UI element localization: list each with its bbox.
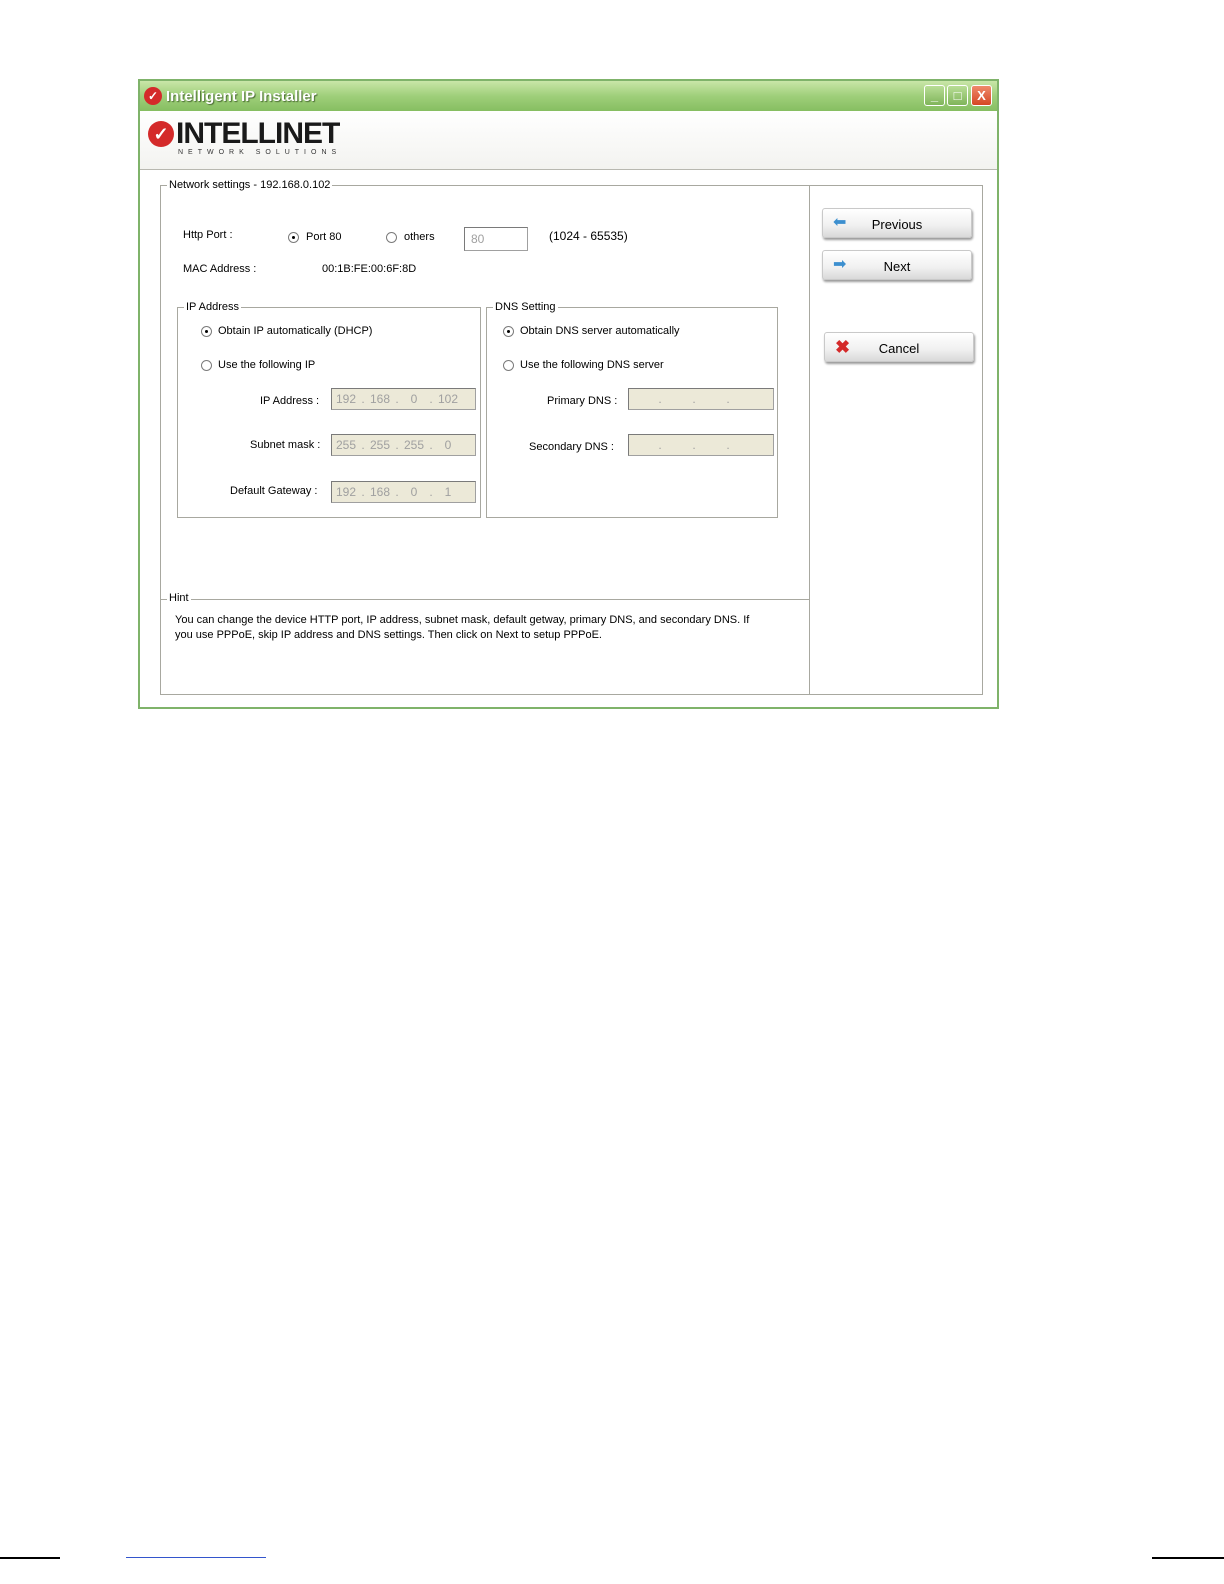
dns-auto-radio[interactable] (503, 326, 514, 337)
footer-rule-right (1152, 1557, 1224, 1559)
app-check-icon: ✓ (144, 87, 162, 105)
title-bar[interactable]: ✓ Intelligent IP Installer _ □ X (140, 81, 997, 111)
others-radio[interactable] (386, 232, 397, 243)
gateway-octet: 168 (369, 485, 391, 499)
window-title: Intelligent IP Installer (166, 88, 317, 105)
dns-setting-group (486, 307, 778, 518)
mac-address-label: MAC Address : (183, 263, 257, 275)
subnet-octet: 255 (335, 438, 357, 452)
hint-text-line1: You can change the device HTTP port, IP … (175, 614, 750, 626)
secondary-dns-input[interactable]: ... (628, 434, 774, 456)
next-button-label: Next (883, 259, 911, 274)
hint-legend: Hint (167, 592, 191, 604)
ip-octet: 168 (369, 392, 391, 406)
ip-auto-radio[interactable] (201, 326, 212, 337)
subnet-octet: 255 (369, 438, 391, 452)
default-gateway-input[interactable]: 192. 168. 0. 1 (331, 481, 476, 503)
minimize-button[interactable]: _ (924, 85, 945, 106)
port80-label[interactable]: Port 80 (306, 231, 341, 243)
ip-auto-label[interactable]: Obtain IP automatically (DHCP) (218, 325, 372, 337)
minimize-icon: _ (930, 88, 939, 103)
dns-auto-label[interactable]: Obtain DNS server automatically (520, 325, 680, 337)
port-range-hint: (1024 - 65535) (549, 229, 628, 243)
http-port-label: Http Port : (183, 229, 233, 241)
gateway-octet: 0 (410, 485, 418, 499)
brand-name: INTELLINET (176, 117, 340, 150)
ip-address-legend: IP Address (184, 301, 241, 313)
subnet-octet: 0 (444, 438, 452, 452)
subnet-mask-label: Subnet mask : (250, 439, 321, 451)
others-label[interactable]: others (404, 231, 435, 243)
subnet-mask-input[interactable]: 255. 255. 255. 0 (331, 434, 476, 456)
maximize-icon: □ (953, 88, 962, 103)
cancel-button-label: Cancel (878, 341, 920, 356)
dns-manual-radio[interactable] (503, 360, 514, 371)
content-area: Network settings - 192.168.0.102 Http Po… (140, 170, 997, 707)
brand-banner: ✓ INTELLINET NETWORK SOLUTIONS (140, 111, 997, 170)
hint-text-line2: you use PPPoE, skip IP address and DNS s… (175, 629, 602, 641)
gateway-octet: 192 (335, 485, 357, 499)
secondary-dns-label: Secondary DNS : (529, 441, 614, 453)
ip-address-input[interactable]: 192. 168. 0. 102 (331, 388, 476, 410)
ip-manual-radio[interactable] (201, 360, 212, 371)
ip-octet: 102 (437, 392, 459, 406)
dns-setting-legend: DNS Setting (493, 301, 558, 313)
brand-check-icon: ✓ (148, 121, 174, 147)
others-port-input[interactable]: 80 (464, 227, 528, 251)
close-button[interactable]: X (971, 85, 992, 106)
mac-address-value: 00:1B:FE:00:6F:8D (322, 263, 417, 275)
primary-dns-label: Primary DNS : (547, 395, 618, 407)
installer-window: ✓ Intelligent IP Installer _ □ X ✓ INTEL… (138, 79, 999, 709)
subnet-octet: 255 (403, 438, 425, 452)
port80-radio[interactable] (288, 232, 299, 243)
dns-manual-label[interactable]: Use the following DNS server (520, 359, 664, 371)
ip-address-field-label: IP Address : (260, 395, 320, 407)
footer-rule-left (0, 1557, 60, 1559)
maximize-button[interactable]: □ (947, 85, 968, 106)
previous-button[interactable]: ⬅ Previous (822, 208, 972, 238)
cancel-button[interactable]: ✖ Cancel (824, 332, 974, 362)
ip-octet: 192 (335, 392, 357, 406)
gateway-octet: 1 (444, 485, 452, 499)
primary-dns-input[interactable]: ... (628, 388, 774, 410)
network-settings-legend: Network settings - 192.168.0.102 (167, 179, 333, 191)
previous-button-label: Previous (871, 217, 923, 232)
footer-link-underline (126, 1557, 266, 1558)
ip-manual-label[interactable]: Use the following IP (218, 359, 315, 371)
brand-subtitle: NETWORK SOLUTIONS (178, 149, 342, 156)
next-button[interactable]: ➡ Next (822, 250, 972, 280)
default-gateway-label: Default Gateway : (230, 485, 318, 497)
close-icon: X (977, 88, 986, 103)
ip-octet: 0 (410, 392, 418, 406)
hint-divider (160, 599, 810, 600)
